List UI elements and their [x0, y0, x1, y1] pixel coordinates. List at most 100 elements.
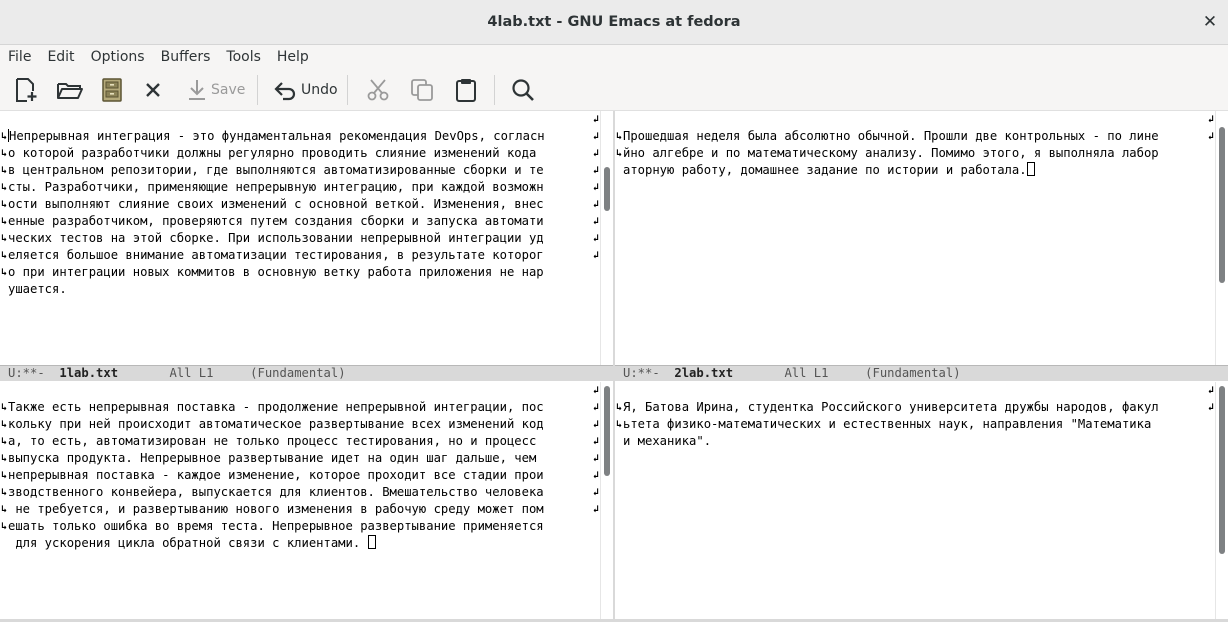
continuation-icon: ↳ — [0, 148, 8, 159]
modeline-mode[interactable]: (Fundamental) — [865, 366, 960, 380]
text-line: енные разработчиком, проверяются путем с… — [8, 214, 544, 228]
close-window-icon[interactable]: ✕ — [1200, 12, 1220, 32]
continuation-icon: ↳ — [0, 250, 8, 261]
tool-bar: Save Undo — [0, 69, 1228, 111]
wrap-icon: ↲ — [1207, 114, 1215, 125]
window-top-left[interactable]: Непрерывная интеграция - это фундаментал… — [0, 111, 613, 365]
continuation-icon: ↳ — [0, 233, 8, 244]
window-divider[interactable] — [613, 111, 615, 622]
menu-help[interactable]: Help — [277, 49, 309, 65]
wrap-icon: ↲ — [592, 385, 600, 396]
text-line: ческих тестов на этой сборке. При исполь… — [8, 231, 544, 245]
wrap-icon: ↲ — [592, 233, 600, 244]
window-top-right[interactable]: Прошедшая неделя была абсолютно обычной.… — [615, 111, 1228, 365]
save-label: Save — [211, 82, 246, 98]
wrap-icon: ↲ — [1207, 385, 1215, 396]
toolbar-separator — [257, 75, 258, 105]
window-bottom-left[interactable]: Также есть непрерывная поставка - продол… — [0, 382, 613, 619]
continuation-icon: ↳ — [0, 131, 8, 142]
dired-button[interactable] — [100, 75, 124, 105]
scrollbar-thumb[interactable] — [604, 167, 610, 211]
menu-buffers[interactable]: Buffers — [161, 49, 211, 65]
cursor — [1026, 162, 1035, 176]
copy-icon — [411, 79, 433, 101]
continuation-icon: ↳ — [615, 402, 623, 413]
wrap-icon: ↲ — [592, 114, 600, 125]
menu-tools[interactable]: Tools — [226, 49, 261, 65]
wrap-icon: ↲ — [592, 131, 600, 142]
mode-line[interactable]: U:**- 1lab.txt All L1 (Fundamental) — [0, 365, 613, 381]
continuation-icon: ↳ — [0, 470, 8, 481]
window-bottom-right[interactable]: Я, Батова Ирина, студентка Российского у… — [615, 382, 1228, 619]
copy-button[interactable] — [409, 75, 435, 105]
menu-bar: File Edit Options Buffers Tools Help — [0, 45, 1228, 69]
modeline-position: All L1 — [169, 366, 214, 380]
text-line: в центральном репозитории, где выполняют… — [8, 163, 544, 177]
continuation-icon: ↳ — [0, 165, 8, 176]
text-line: непрерывная поставка - каждое изменение,… — [8, 468, 544, 482]
scrollbar[interactable] — [600, 382, 613, 619]
text-line: Прошедшая неделя была абсолютно обычной.… — [623, 129, 1159, 143]
text-line: Также есть непрерывная поставка - продол… — [8, 400, 544, 414]
continuation-icon: ↳ — [615, 148, 623, 159]
text-line: аторную работу, домашнее задание по исто… — [623, 163, 1027, 177]
continuation-icon: ↳ — [0, 199, 8, 210]
undo-button[interactable]: Undo — [272, 75, 338, 105]
buffer-text[interactable]: Непрерывная интеграция - это фундаментал… — [8, 111, 545, 298]
text-line: Я, Батова Ирина, студентка Российского у… — [623, 400, 1159, 414]
text-line: ьтета физико-математических и естественн… — [623, 417, 1159, 431]
search-button[interactable] — [510, 75, 536, 105]
wrap-icon: ↲ — [592, 199, 600, 210]
continuation-icon: ↳ — [0, 504, 8, 515]
text-line: а, то есть, автоматизирован не только пр… — [8, 434, 544, 448]
wrap-icon: ↲ — [592, 402, 600, 413]
continuation-icon: ↳ — [0, 402, 8, 413]
modeline-mode[interactable]: (Fundamental) — [250, 366, 345, 380]
menu-file[interactable]: File — [8, 49, 31, 65]
text-line: ешать только ошибка во время теста. Непр… — [8, 519, 544, 533]
paste-button[interactable] — [453, 75, 479, 105]
continuation-icon: ↳ — [0, 453, 8, 464]
mode-line[interactable]: U:**- 2lab.txt All L1 (Fundamental) — [615, 365, 1228, 381]
continuation-icon: ↳ — [0, 267, 8, 278]
title-bar: 4lab.txt - GNU Emacs at fedora ✕ — [0, 0, 1228, 45]
cut-icon — [367, 79, 389, 101]
cursor — [367, 535, 376, 549]
undo-label: Undo — [301, 82, 338, 98]
wrap-icon: ↲ — [592, 250, 600, 261]
wrap-icon: ↲ — [1207, 402, 1215, 413]
modeline-status: U:**- — [8, 366, 45, 380]
scrollbar[interactable] — [1215, 111, 1228, 365]
kill-buffer-button[interactable] — [144, 75, 162, 105]
text-line: о при интеграции новых коммитов в основн… — [8, 265, 544, 279]
text-line: для ускорения цикла обратной связи с кли… — [8, 536, 368, 550]
buffer-text[interactable]: Также есть непрерывная поставка - продол… — [8, 382, 544, 552]
scrollbar[interactable] — [600, 111, 613, 365]
new-file-button[interactable] — [13, 75, 39, 105]
buffer-text[interactable]: Прошедшая неделя была абсолютно обычной.… — [623, 111, 1159, 179]
wrap-icon: ↲ — [592, 436, 600, 447]
text-line: и механика". — [623, 434, 712, 448]
wrap-icon: ↲ — [592, 453, 600, 464]
modeline-buffer-name[interactable]: 2lab.txt — [674, 366, 733, 380]
wrap-icon: ↲ — [592, 216, 600, 227]
menu-edit[interactable]: Edit — [47, 49, 74, 65]
continuation-icon: ↳ — [615, 419, 623, 430]
menu-options[interactable]: Options — [91, 49, 145, 65]
scrollbar-thumb[interactable] — [1219, 386, 1225, 554]
continuation-icon: ↳ — [0, 436, 8, 447]
modeline-buffer-name[interactable]: 1lab.txt — [59, 366, 118, 380]
text-line: зводственного конвейера, выпускается для… — [8, 485, 544, 499]
save-button[interactable]: Save — [186, 75, 245, 105]
cut-button[interactable] — [365, 75, 391, 105]
open-file-button[interactable] — [56, 75, 84, 105]
scrollbar[interactable] — [1215, 382, 1228, 619]
save-icon — [189, 80, 205, 100]
continuation-icon: ↳ — [0, 182, 8, 193]
buffer-text[interactable]: Я, Батова Ирина, студентка Российского у… — [623, 382, 1159, 450]
continuation-icon: ↳ — [0, 419, 8, 430]
scrollbar-thumb[interactable] — [604, 386, 610, 476]
wrap-icon: ↲ — [1207, 131, 1215, 142]
scrollbar-thumb[interactable] — [1219, 127, 1225, 283]
continuation-icon: ↳ — [615, 131, 623, 142]
